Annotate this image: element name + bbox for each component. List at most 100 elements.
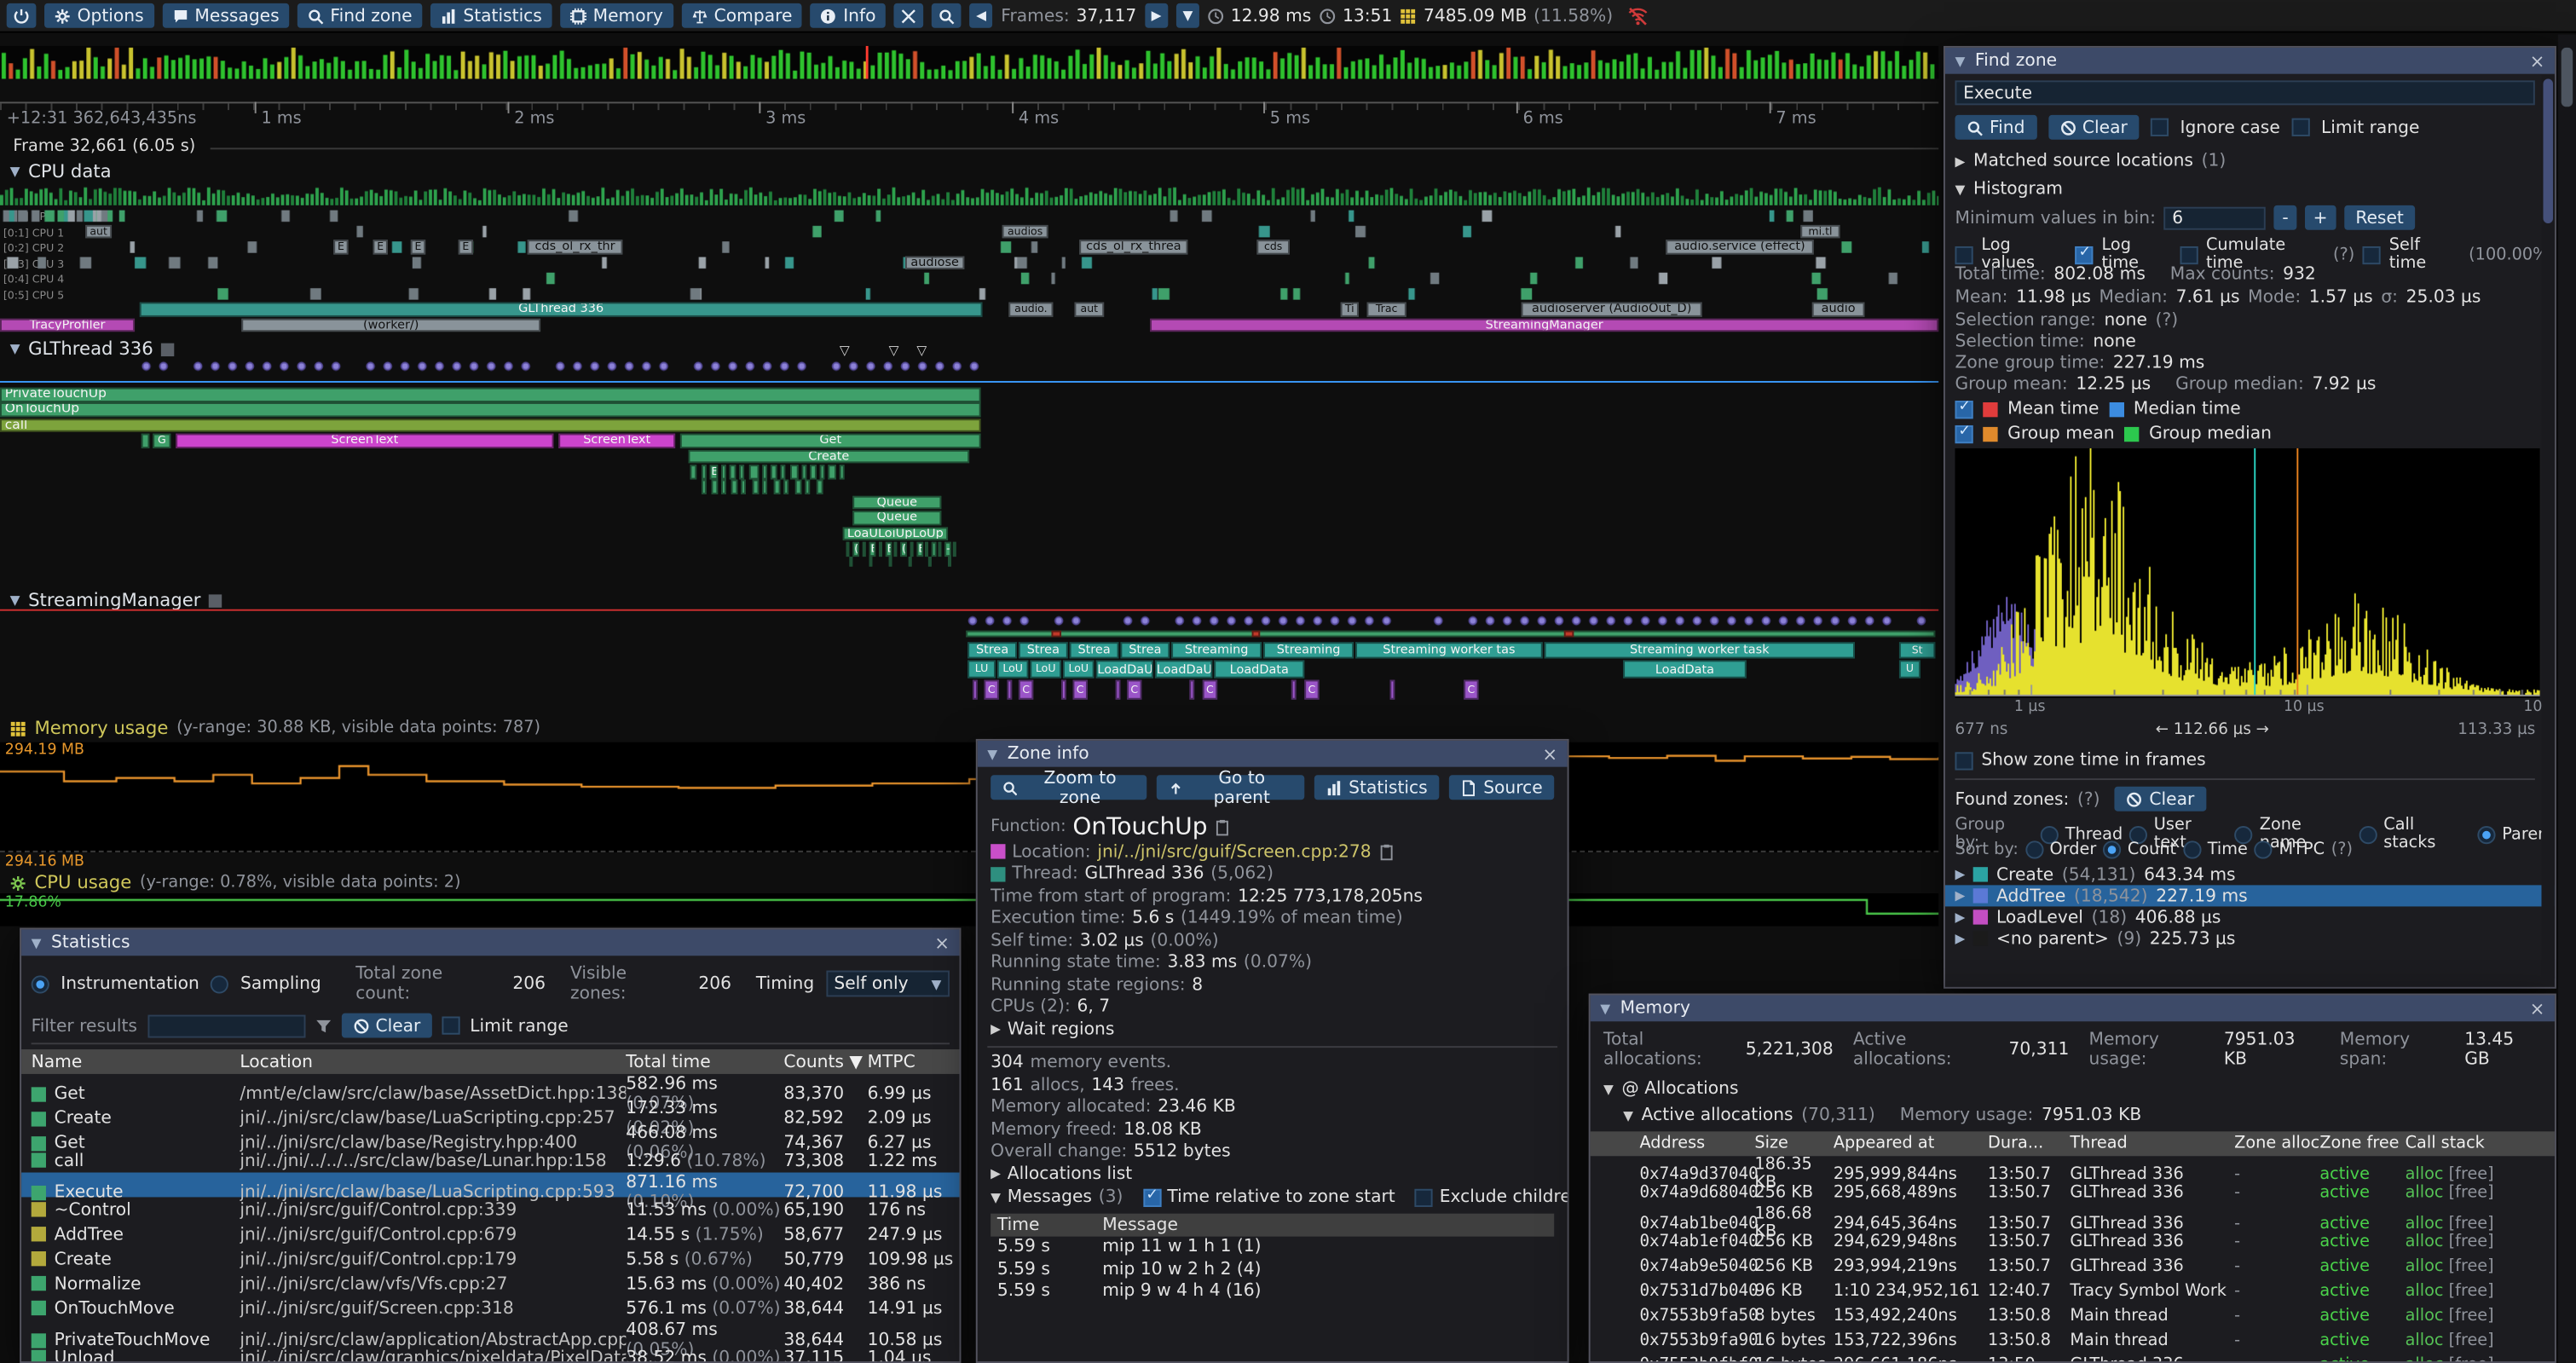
min-bin-input[interactable]: 6 <box>2164 206 2266 229</box>
timeline-zone[interactable]: PrivateTouchUp <box>0 388 981 402</box>
timeline-zone[interactable] <box>1061 680 1066 700</box>
table-row[interactable]: Normalizejni/../jni/src/claw/vfs/Vfs.cpp… <box>21 1271 959 1296</box>
timeline-zone[interactable] <box>771 465 777 479</box>
timeline-zone[interactable] <box>928 557 932 568</box>
timeline-zone[interactable] <box>1291 680 1297 700</box>
timeline-zone[interactable] <box>966 631 1935 638</box>
timeline-zone[interactable] <box>1116 680 1121 700</box>
timeline-zone[interactable]: TracyProfiler <box>0 318 135 332</box>
timeline-zone[interactable] <box>820 465 825 479</box>
ignore-case-checkbox[interactable] <box>2151 118 2169 136</box>
timeline-zone[interactable] <box>721 465 726 479</box>
column-header[interactable]: Address <box>1639 1135 1754 1152</box>
timeline-zone[interactable]: aut <box>1074 302 1104 315</box>
timeline-zone[interactable]: Create <box>689 449 970 464</box>
streaming-messages-dots[interactable] <box>966 613 1938 629</box>
timeline-zone[interactable] <box>910 542 914 557</box>
zoom-to-zone-button[interactable]: Zoom to zone <box>991 775 1147 800</box>
cumulate-time-checkbox[interactable] <box>2180 245 2198 263</box>
table-row[interactable]: calljni/../jni/../../../src/claw/base/Lu… <box>21 1148 959 1173</box>
column-header[interactable]: Zone free <box>2319 1135 2405 1152</box>
alloc-link[interactable]: alloc <box>2406 1184 2444 1202</box>
free-link[interactable]: [free] <box>2449 1356 2494 1363</box>
column-header[interactable]: MTPC <box>868 1052 960 1071</box>
allocation-row[interactable]: 0x7553b9fa508 bytes153,492,240ns13:50.8M… <box>1639 1304 2555 1329</box>
timeline-zone[interactable]: audiose <box>905 256 964 269</box>
timeline-zone[interactable] <box>879 542 882 557</box>
timeline-zone[interactable] <box>795 480 802 494</box>
timeline-zone[interactable] <box>817 480 823 494</box>
alloc-link[interactable]: alloc <box>2406 1165 2444 1183</box>
timeline-zone[interactable] <box>849 557 852 568</box>
timeline-zone[interactable]: - <box>944 542 951 557</box>
column-header[interactable]: Dura... <box>1988 1135 2070 1152</box>
column-header[interactable]: Call stack <box>2406 1135 2555 1152</box>
timeline-zone[interactable]: Streaming <box>1263 642 1354 658</box>
timeline-zone[interactable]: call <box>0 419 981 433</box>
column-header[interactable]: Name <box>32 1052 240 1071</box>
timeline-zone[interactable]: OnTouchUp <box>0 403 981 418</box>
timeline-zone[interactable] <box>762 465 767 479</box>
free-link[interactable]: [free] <box>2449 1233 2494 1251</box>
timeline-zone[interactable]: audioserver (AudioOut_D) <box>1522 302 1702 315</box>
radio-time[interactable] <box>2183 840 2201 858</box>
table-row[interactable]: PrivateTouchMovejni/../jni/src/claw/appl… <box>21 1320 959 1345</box>
column-header[interactable]: Location <box>240 1052 626 1071</box>
timeline-zone[interactable]: E <box>373 240 387 253</box>
timeline-zone[interactable]: ScreenText <box>176 434 553 448</box>
table-row[interactable]: Createjni/../jni/src/guif/Control.cpp:17… <box>21 1246 959 1271</box>
histogram-toggle[interactable]: ▼Histogram <box>1955 179 2062 199</box>
section-streamingmanager[interactable]: ▼StreamingManager <box>10 590 222 611</box>
alloc-link[interactable]: alloc <box>2406 1233 2444 1251</box>
histogram[interactable] <box>1955 448 2539 698</box>
column-header[interactable]: Counts ▼ <box>783 1052 867 1071</box>
timeline-zone[interactable]: C <box>1464 680 1478 700</box>
found-zone-group[interactable]: ▶AddTree(18,542)227.19 ms <box>1945 885 2556 906</box>
timeline-zone[interactable] <box>741 480 746 494</box>
timeline-zone[interactable] <box>690 465 696 479</box>
radio-parent[interactable] <box>2477 825 2495 843</box>
memory-table-header[interactable]: AddressSizeAppeared atDura...ThreadZone … <box>1591 1131 2555 1156</box>
radio-order[interactable] <box>2025 840 2043 858</box>
table-row[interactable]: Unloadjni/../jni/src/claw/graphics/pixel… <box>21 1345 959 1363</box>
timeline-zone[interactable]: cds_ol_rx_thr <box>528 240 623 253</box>
expand-icon[interactable]: ▶ <box>1955 910 1965 924</box>
timeline-zone[interactable]: audio.service (effect) <box>1666 240 1813 253</box>
timeline-zone[interactable]: Streaming <box>1171 642 1262 658</box>
timeline-zone[interactable] <box>753 480 760 494</box>
close-icon[interactable]: × <box>2530 997 2545 1019</box>
timeline-zone[interactable]: StreamingManager <box>1150 318 1938 332</box>
memory-titlebar[interactable]: ▼Memory× <box>1591 995 2555 1021</box>
timeline-zone[interactable]: Queue <box>852 495 941 510</box>
timeline-zone[interactable] <box>938 542 941 557</box>
section-memory-usage[interactable]: Memory usage (y-range: 30.88 KB, visible… <box>10 718 541 739</box>
timeline-zone[interactable] <box>953 542 956 557</box>
timeline-zone[interactable]: LoU <box>997 660 1029 678</box>
timeline-zone[interactable] <box>721 480 726 494</box>
memory-plot[interactable] <box>0 742 1938 851</box>
statistics-titlebar[interactable]: ▼Statistics× <box>21 929 959 956</box>
legend-checkbox[interactable] <box>1955 400 1972 418</box>
section-cpu-usage[interactable]: CPU usage (y-range: 0.78%, visible data … <box>10 872 461 893</box>
show-zone-time-checkbox[interactable] <box>1955 751 1972 769</box>
cpu-plot[interactable] <box>0 893 1938 927</box>
timeline-zone[interactable] <box>790 465 799 479</box>
active-allocations-toggle[interactable]: ▼Active allocations(70,311) Memory usage… <box>1623 1106 2541 1125</box>
timeline-zone[interactable]: LoU <box>1030 660 1061 678</box>
alloc-link[interactable]: alloc <box>2406 1258 2444 1276</box>
timeline-zone[interactable]: Get <box>680 434 981 448</box>
timeline-zone[interactable] <box>925 542 928 557</box>
matched-locations-toggle[interactable]: ▶Matched source locations(1) <box>1955 151 2226 170</box>
free-link[interactable]: [free] <box>2449 1215 2494 1233</box>
sampling-radio[interactable] <box>211 974 228 992</box>
filter-input[interactable] <box>147 1014 305 1037</box>
go-to-parent-button[interactable]: Go to parent <box>1158 775 1304 800</box>
alloc-link[interactable]: alloc <box>2406 1215 2444 1233</box>
glthread-messages-dots[interactable] <box>140 358 986 374</box>
table-row[interactable]: AddTreejni/../jni/src/guif/Control.cpp:6… <box>21 1222 959 1246</box>
timeline-zone[interactable] <box>739 465 744 479</box>
find-zone-titlebar[interactable]: ▼Find zone× <box>1945 48 2555 74</box>
scrollbar-thumb[interactable] <box>2562 48 2573 107</box>
radio-call-stacks[interactable] <box>2359 825 2377 843</box>
timeline-zone[interactable]: E <box>459 240 473 253</box>
